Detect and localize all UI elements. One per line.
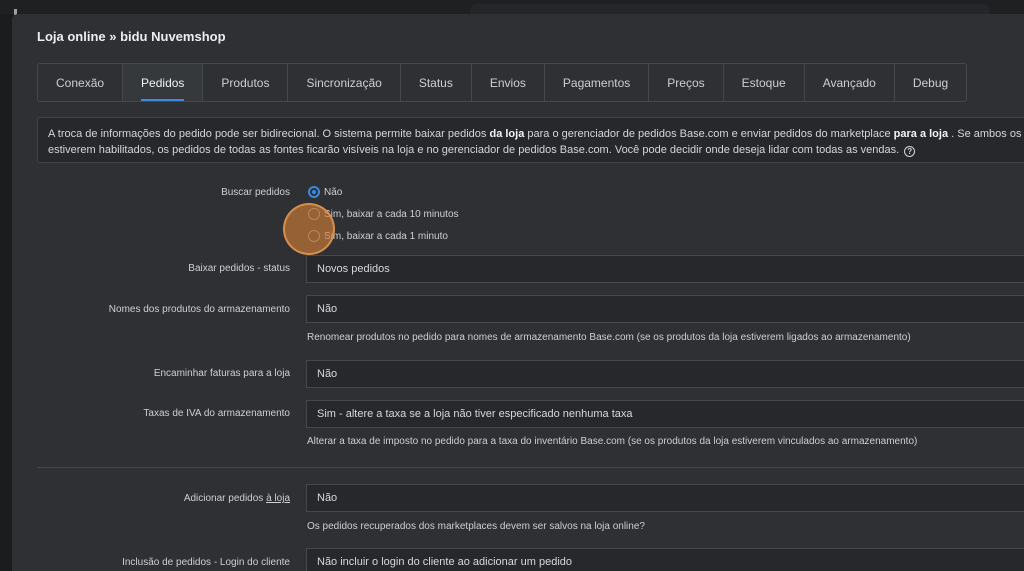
add-orders-store-link[interactable]: à loja <box>266 493 290 504</box>
info-bold-from-store: da loja <box>489 128 525 140</box>
info-text: estiverem habilitados, os pedidos de tod… <box>48 144 900 156</box>
info-text: para o gerenciador de pedidos Base.com e… <box>524 128 894 140</box>
product-names-select[interactable]: Não <box>306 295 1024 323</box>
radio-label: Sim, baixar a cada 10 minutos <box>324 208 459 220</box>
section-divider <box>37 467 1024 468</box>
radio-unchecked-icon[interactable] <box>308 230 320 242</box>
fetch-orders-label: Buscar pedidos <box>221 187 290 198</box>
tab-avancado[interactable]: Avançado <box>805 64 895 101</box>
forward-invoices-label: Encaminhar faturas para a loja <box>153 368 290 379</box>
info-line-2: estiverem habilitados, os pedidos de tod… <box>48 142 1024 158</box>
tab-sincronizacao[interactable]: Sincronização <box>288 64 401 101</box>
customer-login-select[interactable]: Não incluir o login do cliente ao adicio… <box>306 548 1024 571</box>
radio-checked-icon[interactable] <box>308 186 320 198</box>
forward-invoices-select[interactable]: Não <box>306 360 1024 388</box>
radio-label: Sim, baixar a cada 1 minuto <box>324 230 448 242</box>
radio-label: Não <box>324 186 343 198</box>
vat-rates-label: Taxas de IVA do armazenamento <box>143 408 290 419</box>
modal-title: Loja online » bidu Nuvemshop <box>37 29 226 44</box>
fetch-orders-option-1min[interactable]: Sim, baixar a cada 1 minuto <box>308 230 448 242</box>
tab-estoque[interactable]: Estoque <box>724 64 805 101</box>
info-box: A troca de informações do pedido pode se… <box>37 117 1024 163</box>
product-names-hint: Renomear produtos no pedido para nomes d… <box>307 332 911 343</box>
help-icon[interactable]: ? <box>904 146 916 157</box>
radio-unchecked-icon[interactable] <box>308 208 320 220</box>
tab-debug[interactable]: Debug <box>895 64 966 101</box>
product-names-label: Nomes dos produtos do armazenamento <box>108 304 290 315</box>
vat-rates-select[interactable]: Sim - altere a taxa se a loja não tiver … <box>306 400 1024 428</box>
add-orders-select[interactable]: Não <box>306 484 1024 512</box>
info-text: . Se ambos os re <box>951 128 1024 140</box>
vat-rates-hint: Alterar a taxa de imposto no pedido para… <box>307 436 918 447</box>
tab-pagamentos[interactable]: Pagamentos <box>545 64 650 101</box>
info-bold-to-store: para a loja <box>893 128 949 140</box>
tab-envios[interactable]: Envios <box>472 64 545 101</box>
tab-produtos[interactable]: Produtos <box>203 64 289 101</box>
tab-status[interactable]: Status <box>401 64 472 101</box>
tab-precos[interactable]: Preços <box>649 64 724 101</box>
fetch-orders-option-10min[interactable]: Sim, baixar a cada 10 minutos <box>308 208 459 220</box>
fetch-orders-option-no[interactable]: Não <box>308 186 342 198</box>
customer-login-label: Inclusão de pedidos - Login do cliente <box>122 557 290 568</box>
tab-bar: Conexão Pedidos Produtos Sincronização S… <box>37 63 968 102</box>
settings-modal: Loja online » bidu Nuvemshop Conexão Ped… <box>12 14 1024 571</box>
info-text: A troca de informações do pedido pode se… <box>48 128 490 140</box>
download-status-select[interactable]: Novos pedidos <box>306 255 1024 283</box>
download-status-label: Baixar pedidos - status <box>188 263 290 274</box>
tab-conexao[interactable]: Conexão <box>38 64 124 101</box>
add-orders-label: Adicionar pedidos à loja <box>184 493 290 504</box>
add-orders-hint: Os pedidos recuperados dos marketplaces … <box>307 521 645 532</box>
tab-pedidos[interactable]: Pedidos <box>123 64 204 101</box>
info-line-1: A troca de informações do pedido pode se… <box>48 126 1024 142</box>
add-orders-label-text: Adicionar pedidos <box>183 493 267 504</box>
